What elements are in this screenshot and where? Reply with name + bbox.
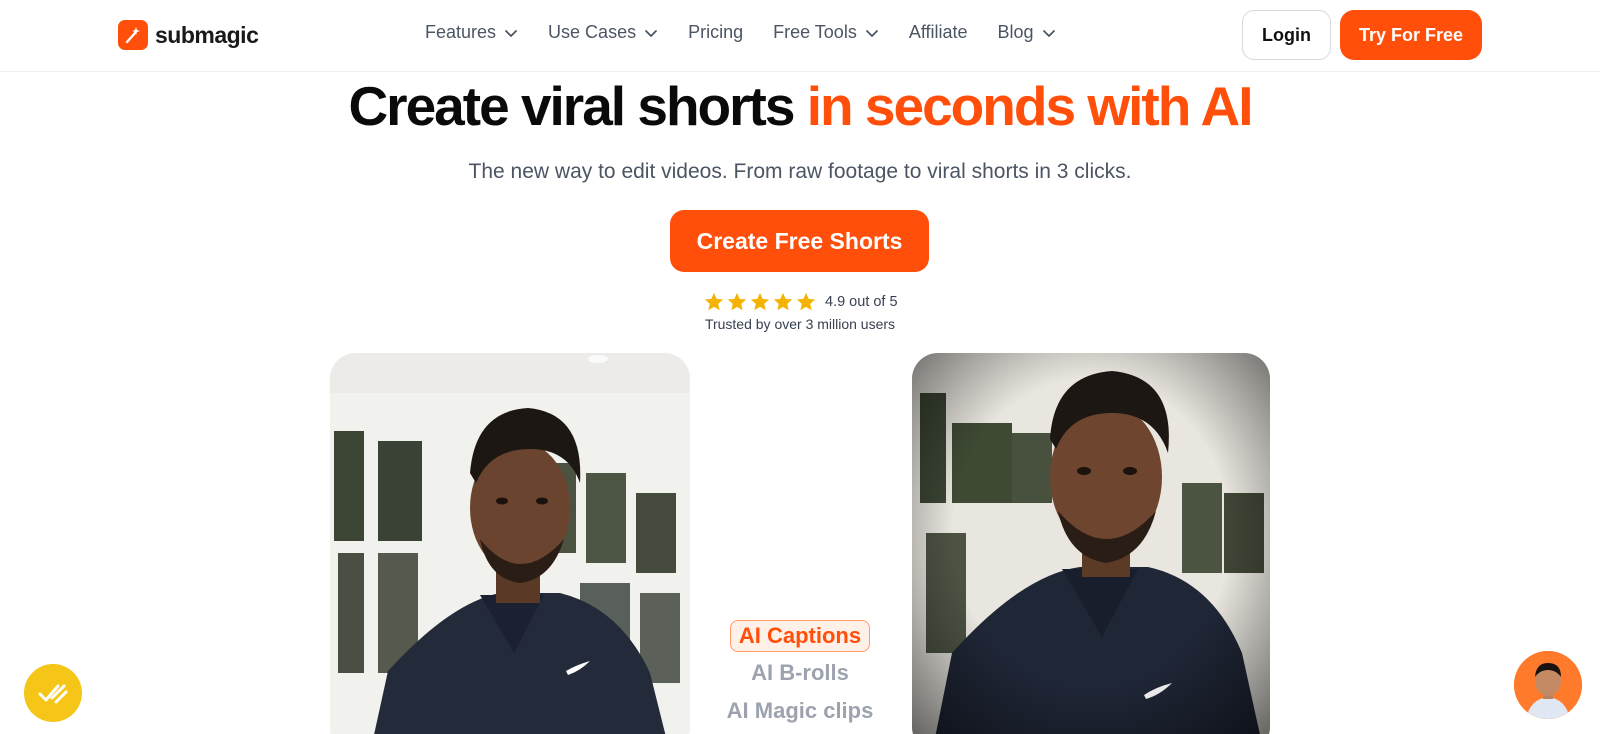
edited-video-preview (912, 353, 1270, 734)
hero-subtitle: The new way to edit videos. From raw foo… (468, 160, 1132, 183)
nav-item-free-tools[interactable]: Free Tools (773, 22, 879, 43)
hero-title-main: Create viral shorts (348, 75, 795, 137)
chat-check-icon[interactable] (24, 664, 82, 722)
feature-ai-captions: AI Captions (729, 620, 871, 652)
login-button[interactable]: Login (1242, 10, 1331, 60)
star-icon (750, 292, 770, 311)
nav-item-affiliate[interactable]: Affiliate (909, 22, 968, 43)
nav-item-use-cases[interactable]: Use Cases (548, 22, 658, 43)
logo-text: submagic (155, 21, 259, 48)
feature-ai-b-rolls: AI B-rolls (751, 660, 849, 685)
star-icon (773, 292, 793, 311)
chevron-down-icon (1042, 29, 1055, 37)
nav-item-label: Pricing (688, 22, 744, 42)
rating: 4.9 out of 5 (703, 291, 898, 313)
star-icon (796, 292, 816, 311)
star-icon (704, 292, 724, 311)
feature-ai-magic-clips: AI Magic clips (726, 698, 874, 723)
trusted-text: Trusted by over 3 million users (704, 316, 896, 332)
site-header: submagic Features Use Cases Pricing Free… (0, 0, 1600, 72)
star-icon (727, 292, 747, 311)
nav-item-features[interactable]: Features (425, 22, 518, 43)
rating-text: 4.9 out of 5 (825, 294, 898, 310)
nav-item-label: Affiliate (908, 22, 968, 42)
create-free-shorts-button[interactable]: Create Free Shorts (670, 210, 929, 272)
raw-video-preview (330, 353, 690, 734)
magic-wand-icon (118, 20, 148, 50)
hero-title-accent: in seconds with AI (806, 75, 1254, 137)
chevron-down-icon (505, 29, 517, 37)
chevron-down-icon (865, 29, 878, 37)
nav-item-label: Blog (997, 22, 1034, 42)
nav-item-label: Use Cases (548, 22, 637, 42)
logo[interactable]: submagic (118, 20, 259, 50)
nav-item-label: Free Tools (773, 22, 857, 42)
try-for-free-button[interactable]: Try For Free (1340, 10, 1482, 60)
nav-item-label: Features (425, 22, 497, 42)
nav-item-pricing[interactable]: Pricing (688, 22, 743, 43)
hero-title: Create viral shorts in seconds with AI (0, 76, 1600, 136)
main-nav: Features Use Cases Pricing Free Tools Af… (425, 22, 1086, 43)
feature-rotator: AI Captions AI B-rolls AI Magic clips (700, 620, 900, 732)
chevron-down-icon (645, 29, 657, 37)
support-avatar[interactable] (1514, 651, 1582, 719)
nav-item-blog[interactable]: Blog (998, 22, 1056, 43)
